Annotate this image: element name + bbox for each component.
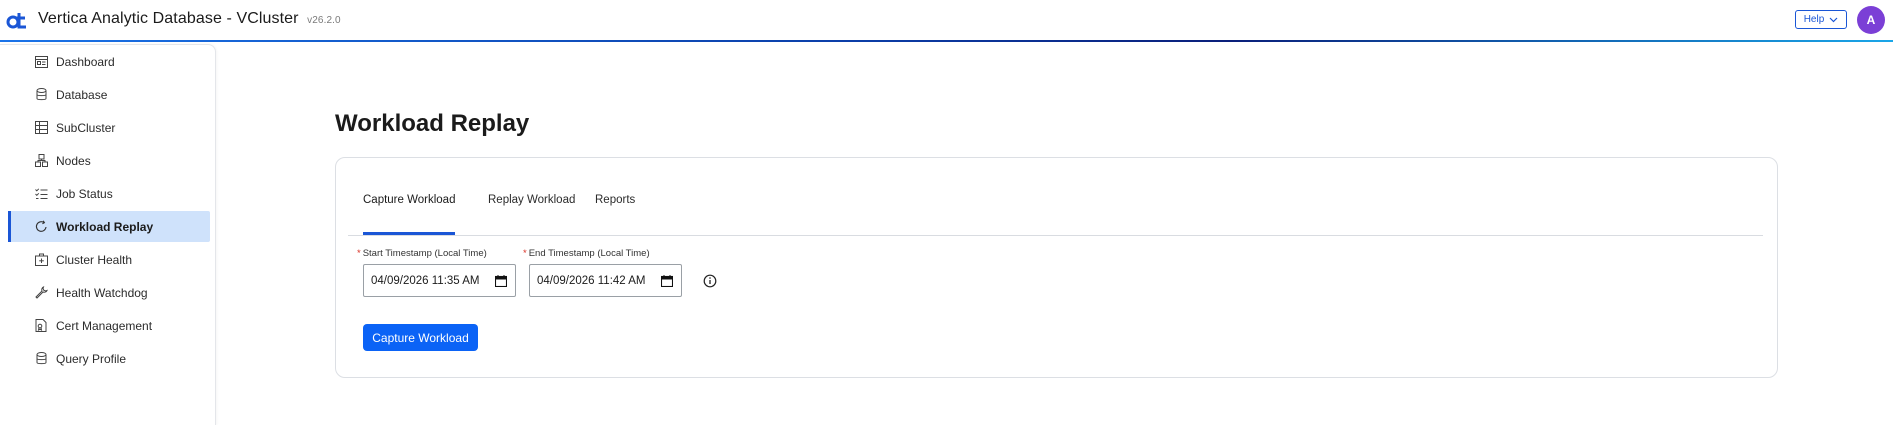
sidebar-item-dashboard[interactable]: Dashboard (8, 46, 210, 77)
tab-capture-workload[interactable]: Capture Workload (363, 180, 456, 235)
replay-icon (34, 220, 48, 234)
sidebar-item-label: Cluster Health (56, 252, 133, 267)
start-timestamp-input[interactable]: 04/09/2026 11:35 AM (363, 264, 516, 297)
sidebar-item-label: Cert Management (56, 318, 153, 333)
sidebar-item-label: Nodes (56, 153, 91, 168)
end-timestamp-input[interactable]: 04/09/2026 11:42 AM (529, 264, 682, 297)
job-status-icon (34, 187, 48, 201)
subcluster-icon (34, 121, 48, 135)
vertica-logo-icon (6, 13, 26, 29)
sidebar-item-query-profile[interactable]: Query Profile (8, 343, 210, 374)
tab-reports[interactable]: Reports (595, 180, 635, 232)
header-divider (0, 40, 1893, 42)
required-mark: * (523, 248, 527, 259)
cluster-health-icon (34, 253, 48, 267)
sidebar-item-label: Workload Replay (56, 219, 154, 234)
calendar-icon[interactable] (495, 275, 507, 287)
sidebar-item-label: Dashboard (56, 54, 115, 69)
dashboard-icon (34, 55, 48, 69)
avatar[interactable]: A (1857, 6, 1885, 34)
query-profile-icon (34, 352, 48, 366)
sidebar-item-health-watchdog[interactable]: Health Watchdog (8, 277, 210, 308)
tab-replay-workload[interactable]: Replay Workload (488, 180, 575, 232)
certificate-icon (34, 319, 48, 333)
sidebar-item-label: Database (56, 87, 108, 102)
help-button[interactable]: Help (1795, 10, 1847, 29)
page-title: Workload Replay (335, 110, 530, 137)
sidebar-item-subcluster[interactable]: SubCluster (8, 112, 210, 143)
sidebar-item-label: SubCluster (56, 120, 116, 135)
app-title-text: Vertica Analytic Database - VCluster (38, 10, 299, 27)
start-timestamp-value: 04/09/2026 11:35 AM (371, 274, 480, 287)
sidebar-item-cert-management[interactable]: Cert Management (8, 310, 210, 341)
tab-bar: Capture Workload Replay Workload Reports (348, 180, 1763, 236)
info-icon[interactable] (703, 274, 717, 288)
app-version: v26.2.0 (307, 15, 341, 26)
sidebar-item-cluster-health[interactable]: Cluster Health (8, 244, 210, 275)
database-icon (34, 88, 48, 102)
top-bar: Vertica Analytic Database - VCluster v26… (0, 0, 1893, 40)
help-button-label: Help (1803, 14, 1825, 25)
workload-card: Capture Workload Replay Workload Reports… (335, 157, 1778, 378)
sidebar-item-label: Job Status (56, 186, 113, 201)
avatar-initial: A (1866, 13, 1876, 27)
sidebar: Dashboard Database SubCluster Nodes Job … (0, 44, 216, 425)
calendar-icon[interactable] (661, 275, 673, 287)
chevron-down-icon (1829, 17, 1838, 22)
wrench-icon (34, 286, 48, 300)
nodes-icon (34, 154, 48, 168)
end-timestamp-label-text: End Timestamp (Local Time) (528, 248, 650, 259)
end-timestamp-value: 04/09/2026 11:42 AM (537, 274, 646, 287)
app-title: Vertica Analytic Database - VCluster v26… (38, 10, 341, 28)
sidebar-item-workload-replay[interactable]: Workload Replay (8, 211, 210, 242)
capture-workload-button[interactable]: Capture Workload (363, 324, 478, 351)
sidebar-item-label: Health Watchdog (56, 285, 148, 300)
sidebar-item-nodes[interactable]: Nodes (8, 145, 210, 176)
sidebar-item-job-status[interactable]: Job Status (8, 178, 210, 209)
sidebar-item-label: Query Profile (56, 351, 127, 366)
required-mark: * (357, 248, 361, 259)
end-timestamp-label: * End Timestamp (Local Time) (523, 248, 650, 259)
start-timestamp-label-text: Start Timestamp (Local Time) (362, 248, 487, 259)
sidebar-item-database[interactable]: Database (8, 79, 210, 110)
start-timestamp-label: * Start Timestamp (Local Time) (357, 248, 487, 259)
